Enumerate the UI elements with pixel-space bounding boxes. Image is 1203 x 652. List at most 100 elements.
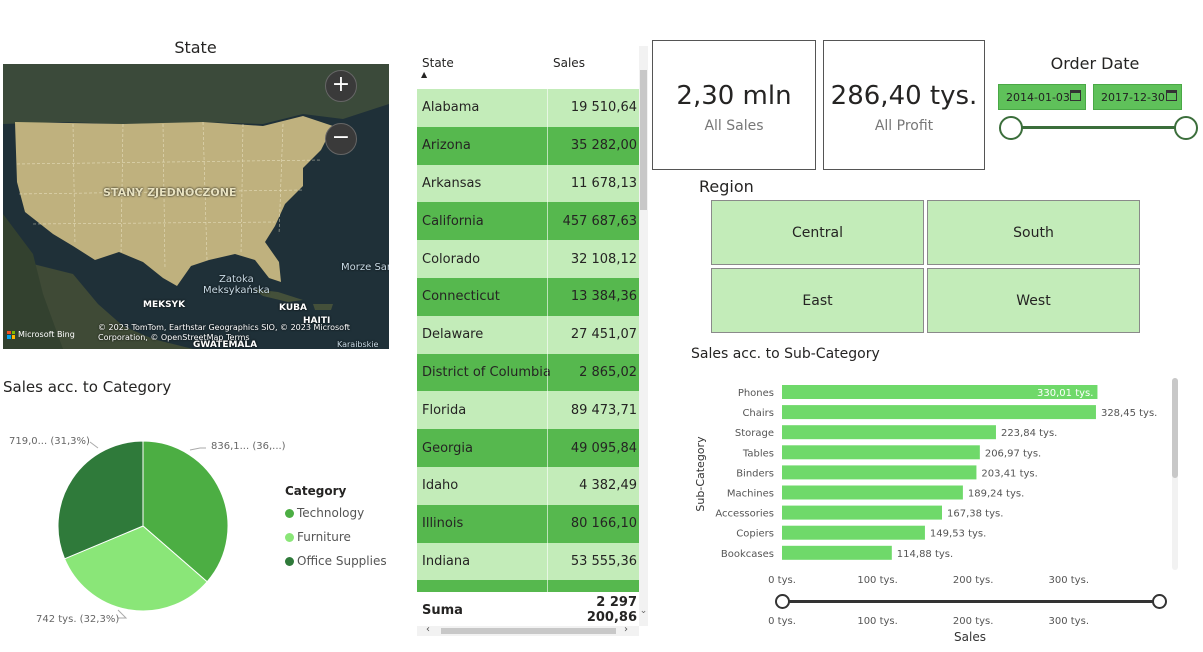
calendar-icon[interactable] (1070, 90, 1081, 101)
table-total-row: Suma 2 297 200,86 (417, 592, 639, 628)
bar-category-label: Chairs (742, 408, 774, 419)
scroll-right-icon[interactable]: › (624, 624, 628, 635)
region-option-south[interactable]: South (927, 200, 1140, 265)
bar-tables[interactable] (782, 445, 980, 460)
table-row[interactable]: Delaware 27 451,07 (417, 315, 639, 354)
bar-category-label: Copiers (736, 529, 774, 540)
zoom-tick-label: 200 tys. (953, 616, 994, 627)
region-option-east[interactable]: East (711, 268, 924, 333)
chart-zoom-slider-track[interactable] (782, 600, 1159, 603)
chart-zoom-end-handle[interactable] (1152, 594, 1167, 609)
table-horizontal-scroll-thumb[interactable] (441, 628, 616, 634)
map-label-gulf-line1: Zatoka (218, 274, 254, 285)
table-horizontal-scrollbar[interactable]: ‹ › (417, 624, 639, 636)
column-header-sales[interactable]: Sales (553, 56, 585, 70)
all-sales-label: All Sales (704, 118, 764, 134)
cell-state: Indiana (422, 553, 471, 569)
bar-binders[interactable] (782, 465, 977, 480)
state-sales-table[interactable]: State ▲ Sales Alabama 19 510,64 Arizona 35 … (417, 46, 648, 638)
subcategory-bar-chart[interactable]: Phones 330,01 tys. Chairs 328,45 tys. Storag… (680, 370, 1175, 650)
x-axis-title: Sales (954, 630, 986, 644)
date-range-end-handle[interactable] (1174, 116, 1198, 140)
map-terms-link[interactable]: Terms (226, 333, 250, 342)
table-header: State ▲ Sales (417, 46, 648, 89)
all-sales-value: 2,30 mln (676, 81, 792, 111)
bar-value-label: 330,01 tys. (1037, 388, 1093, 399)
chart-vertical-scroll-thumb[interactable] (1172, 378, 1178, 478)
bar-category-label: Storage (735, 428, 774, 439)
end-date-input[interactable]: 2017-12-30 (1093, 84, 1182, 110)
cell-state: California (422, 213, 484, 229)
legend-item-office-supplies[interactable]: Office Supplies (285, 549, 387, 573)
table-row[interactable]: Indiana 53 555,36 (417, 542, 639, 581)
bar-chairs[interactable] (782, 405, 1096, 420)
table-row[interactable]: Arkansas 11 678,13 (417, 164, 639, 203)
map-label-gulf: Zatoka Meksykańska (203, 274, 270, 296)
state-map[interactable]: STANY ZJEDNOCZONE Zatoka Meksykańska MEK… (3, 64, 389, 349)
table-row[interactable]: Illinois 80 166,10 (417, 504, 639, 543)
date-range-start-handle[interactable] (999, 116, 1023, 140)
legend-dot-technology (285, 508, 294, 518)
bar-copiers[interactable] (782, 525, 925, 540)
scroll-left-icon[interactable]: ‹ (426, 624, 430, 635)
bar-value-label: 328,45 tys. (1101, 408, 1157, 419)
chart-vertical-scrollbar[interactable] (1172, 378, 1178, 570)
calendar-icon[interactable] (1166, 90, 1177, 101)
pie-label-office-supplies: 719,0... (31,3%) (9, 436, 90, 447)
chart-zoom-start-handle[interactable] (775, 594, 790, 609)
bar-accessories[interactable] (782, 505, 942, 520)
table-row[interactable]: District of Columbia 2 865,02 (417, 353, 639, 392)
cell-sales: 32 108,12 (547, 240, 639, 278)
region-option-west[interactable]: West (927, 268, 1140, 333)
table-row[interactable]: Florida 89 473,71 (417, 391, 639, 430)
table-row[interactable]: Colorado 32 108,12 (417, 240, 639, 278)
map-label-sargasso: Morze Sarg (341, 262, 389, 273)
cell-sales: 19 510,64 (547, 89, 639, 127)
table-vertical-scroll-thumb[interactable] (640, 70, 647, 210)
table-row[interactable]: Arizona 35 282,00 (417, 126, 639, 165)
pie-leader-technology (189, 447, 206, 451)
table-row[interactable]: Idaho 4 382,49 (417, 466, 639, 505)
map-zoom-in-button[interactable]: + (325, 70, 357, 102)
cell-state: Illinois (422, 516, 464, 532)
cell-state: Alabama (422, 100, 480, 116)
bar-value-label: 114,88 tys. (897, 549, 953, 560)
bar-bookcases[interactable] (782, 545, 892, 560)
map-copyright-text: © 2023 TomTom, Earthstar Geographics SIO… (98, 323, 350, 342)
cell-sales: 2 865,02 (547, 353, 639, 392)
cell-sales: 4 382,49 (547, 466, 639, 505)
total-value: 2 297 200,86 (586, 595, 637, 625)
map-label-gulf-line2: Meksykańska (203, 285, 270, 296)
table-row[interactable]: Alabama 19 510,64 (417, 89, 639, 127)
bar-storage[interactable] (782, 425, 996, 440)
cell-state: Arizona (422, 138, 471, 154)
cell-sales: 89 473,71 (547, 391, 639, 430)
cell-sales: 11 678,13 (547, 164, 639, 203)
map-terrain (3, 64, 389, 349)
table-row[interactable]: Georgia 49 095,84 (417, 429, 639, 467)
y-axis-title: Sub-Category (694, 436, 707, 512)
x-tick-label: 100 tys. (857, 575, 898, 586)
start-date-input[interactable]: 2014-01-03 (998, 84, 1086, 110)
table-vertical-scrollbar[interactable] (639, 46, 648, 626)
table-row[interactable]: California 457 687,63 (417, 202, 639, 241)
scroll-down-icon[interactable]: ⌄ (639, 606, 648, 616)
cell-state: Arkansas (422, 175, 482, 191)
legend-dot-office-supplies (285, 556, 294, 566)
cell-sales: 35 282,00 (547, 126, 639, 165)
pie-label-furniture: 742 tys. (32,3%) (36, 614, 120, 625)
cell-state: Georgia (422, 440, 473, 456)
cell-state: Connecticut (422, 289, 500, 305)
legend-item-furniture[interactable]: Furniture (285, 525, 387, 549)
legend-item-technology[interactable]: Technology (285, 501, 387, 525)
zoom-tick-label: 300 tys. (1049, 616, 1090, 627)
map-label-usa: STANY ZJEDNOCZONE (103, 186, 237, 199)
bar-machines[interactable] (782, 485, 963, 500)
map-zoom-out-button[interactable]: − (325, 123, 357, 155)
table-row[interactable]: Connecticut 13 384,36 (417, 277, 639, 316)
column-header-state[interactable]: State (422, 56, 454, 70)
region-option-central[interactable]: Central (711, 200, 924, 265)
date-range-track[interactable] (1012, 126, 1186, 129)
x-tick-label: 300 tys. (1049, 575, 1090, 586)
cell-sales: 53 555,36 (547, 542, 639, 581)
